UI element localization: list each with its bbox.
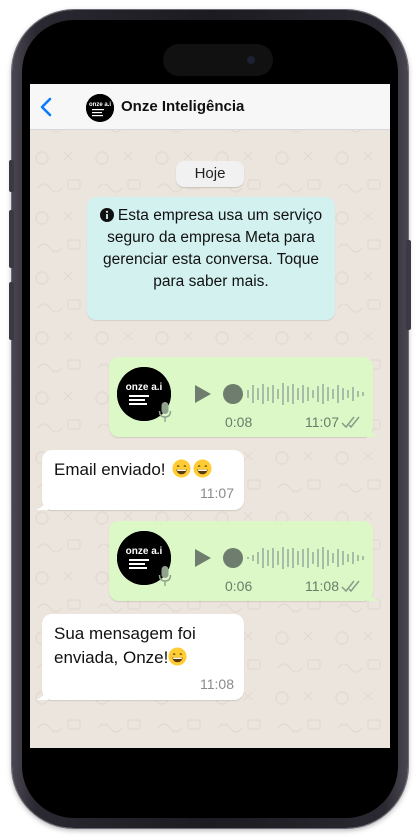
svg-text:onze a.i: onze a.i <box>126 382 163 393</box>
volume-up-button <box>9 210 14 268</box>
action-button <box>9 160 14 192</box>
voice-duration: 0:06 <box>225 578 253 594</box>
play-icon[interactable] <box>191 383 213 405</box>
grin-emoji-icon <box>168 647 187 667</box>
audio-waveform[interactable] <box>223 381 369 407</box>
message-time: 11:07 <box>305 414 339 430</box>
volume-down-button <box>9 282 14 340</box>
grin-emoji-icon <box>166 459 213 479</box>
info-icon <box>99 208 114 222</box>
audio-waveform[interactable] <box>223 545 369 571</box>
voice-duration: 0:08 <box>225 414 253 430</box>
svg-text:onze a.i: onze a.i <box>126 546 163 557</box>
power-button <box>406 240 411 330</box>
contact-avatar[interactable]: onze a.i <box>86 94 114 122</box>
double-check-icon <box>341 580 360 593</box>
mic-icon <box>158 402 172 422</box>
message-time: 11:07 <box>200 485 234 501</box>
encryption-notice[interactable]: Esta empresa usa um serviço seguro da em… <box>87 197 335 320</box>
incoming-message[interactable]: Sua mensagem foi enviada, Onze! 11:08 <box>36 614 244 700</box>
voice-message[interactable]: onze a.i <box>109 521 379 601</box>
svg-text:onze a.i: onze a.i <box>89 102 111 108</box>
date-separator: Hoje <box>176 161 244 187</box>
chat-header: onze a.i Onze Inteligência <box>30 84 390 130</box>
notice-text: Esta empresa usa um serviço seguro da em… <box>103 207 323 290</box>
phone-bezel: onze a.i Onze Inteligência Hoje Esta emp… <box>22 20 398 818</box>
dynamic-island <box>163 44 273 76</box>
incoming-message[interactable]: Email enviado! 11:07 <box>36 450 244 510</box>
play-icon[interactable] <box>191 547 213 569</box>
message-text-line-1: Sua mensagem foi <box>54 624 196 643</box>
message-text-line-2: enviada, Onze! <box>54 648 169 667</box>
voice-message[interactable]: onze a.i <box>109 357 379 437</box>
contact-name[interactable]: Onze Inteligência <box>121 98 244 115</box>
chevron-left-icon[interactable] <box>36 96 58 118</box>
message-time: 11:08 <box>200 676 234 692</box>
double-check-icon <box>341 416 360 429</box>
chat-screen: onze a.i Onze Inteligência Hoje Esta emp… <box>30 84 390 748</box>
message-time: 11:08 <box>305 578 339 594</box>
mic-icon <box>158 566 172 586</box>
message-text: Email enviado! <box>54 460 166 479</box>
